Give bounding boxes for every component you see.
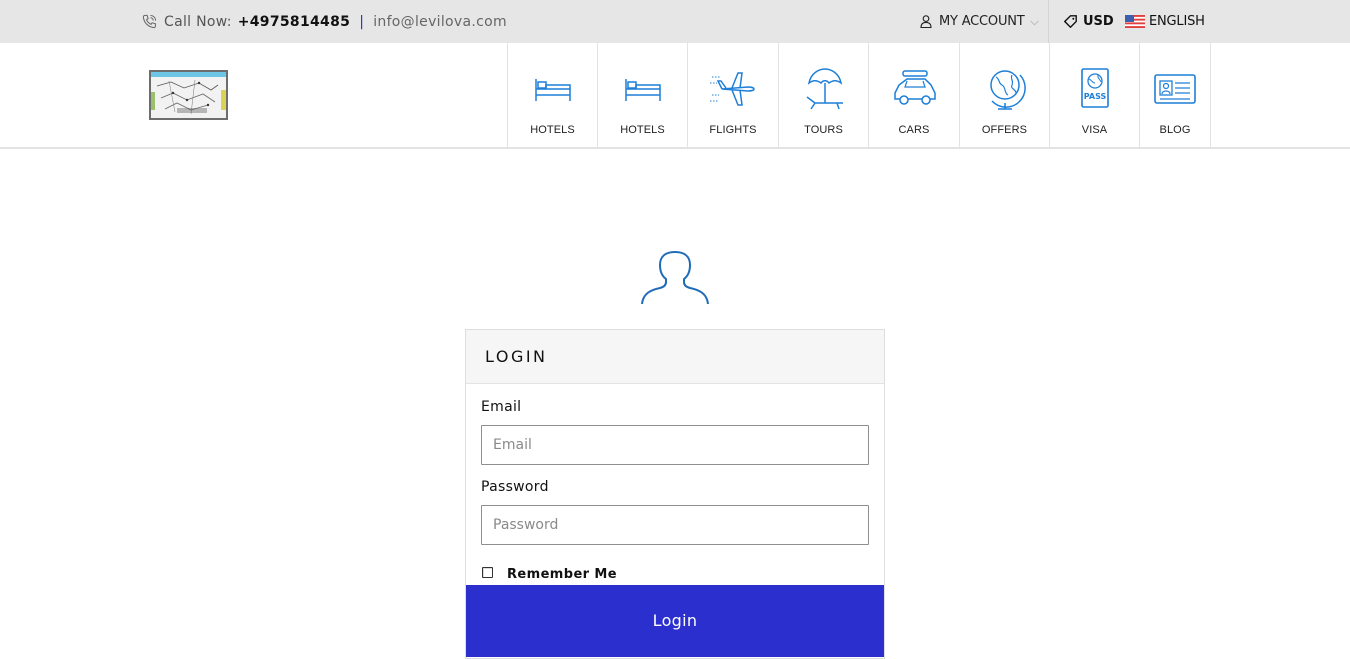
phone-number[interactable]: +4975814485 <box>238 14 350 30</box>
nav-label-visa: VISA <box>1081 124 1108 136</box>
user-avatar-icon <box>641 250 709 305</box>
price-tag-icon <box>1064 15 1077 28</box>
language-selector[interactable]: ENGLISH <box>1125 0 1205 43</box>
nav-item-flights[interactable]: FLIGHTS <box>688 43 779 147</box>
nav-label-hotels: HOTELS <box>620 124 665 136</box>
password-input[interactable] <box>481 505 869 545</box>
us-flag-icon <box>1125 15 1145 28</box>
nav-item-hotels[interactable]: HOTELS <box>508 43 598 147</box>
currency-selector[interactable]: USD <box>1064 0 1114 43</box>
bed-icon <box>534 79 571 101</box>
nav-label-blog: BLOG <box>1159 124 1191 136</box>
nav-item-visa[interactable]: PASS VISA <box>1050 43 1140 147</box>
my-account-menu[interactable]: MY ACCOUNT <box>920 0 1039 43</box>
car-icon <box>894 70 936 105</box>
remember-me-label[interactable]: Remember Me <box>507 567 617 582</box>
id-card-icon <box>1154 74 1196 104</box>
contact-separator: | <box>359 13 365 30</box>
passport-icon: PASS <box>1080 68 1109 108</box>
currency-label: USD <box>1083 14 1114 29</box>
login-panel: LOGIN Email Password Remember Me Login <box>465 329 885 659</box>
email-input[interactable] <box>481 425 869 465</box>
svg-text:PASS: PASS <box>1083 92 1106 101</box>
login-title: LOGIN <box>466 330 884 384</box>
contact-info: Call Now: +4975814485 | info@levilova.co… <box>142 0 507 43</box>
phone-icon <box>142 14 157 29</box>
email-label: Email <box>481 399 522 415</box>
nav-item-offers[interactable]: OFFERS <box>960 43 1050 147</box>
call-now-label: Call Now: <box>164 13 232 30</box>
contact-email[interactable]: info@levilova.com <box>373 14 507 30</box>
logo-map-image <box>151 72 226 118</box>
beach-umbrella-icon <box>806 68 843 110</box>
nav-label-hotels: HOTELS <box>530 124 575 136</box>
nav-label-tours: TOURS <box>804 124 843 136</box>
nav-label-flights: FLIGHTS <box>709 124 757 136</box>
nav-item-blog[interactable]: BLOG <box>1140 43 1211 147</box>
topbar-divider <box>1048 0 1049 43</box>
password-label: Password <box>481 479 549 495</box>
nav-item-cars[interactable]: CARS <box>869 43 960 147</box>
nav-item-tours[interactable]: TOURS <box>779 43 869 147</box>
globe-icon <box>989 70 1026 110</box>
remember-me: Remember Me <box>482 563 617 582</box>
my-account-label: MY ACCOUNT <box>939 14 1025 29</box>
language-label: ENGLISH <box>1149 14 1205 29</box>
airplane-icon <box>710 72 755 106</box>
bed-icon <box>624 79 661 101</box>
login-button[interactable]: Login <box>466 585 884 657</box>
user-icon <box>920 15 932 28</box>
chevron-down-icon <box>1029 20 1039 26</box>
top-bar: Call Now: +4975814485 | info@levilova.co… <box>0 0 1350 43</box>
nav-label-offers: OFFERS <box>981 124 1028 136</box>
nav-label-cars: CARS <box>898 124 930 136</box>
main-header: HOTELS HOTELS FLIGHTS TOURS CARS OFFERS … <box>0 43 1350 149</box>
nav-item-hotels[interactable]: HOTELS <box>598 43 688 147</box>
site-logo[interactable] <box>149 70 228 120</box>
main-nav: HOTELS HOTELS FLIGHTS TOURS CARS OFFERS … <box>507 43 1211 147</box>
remember-me-checkbox[interactable] <box>482 567 493 578</box>
